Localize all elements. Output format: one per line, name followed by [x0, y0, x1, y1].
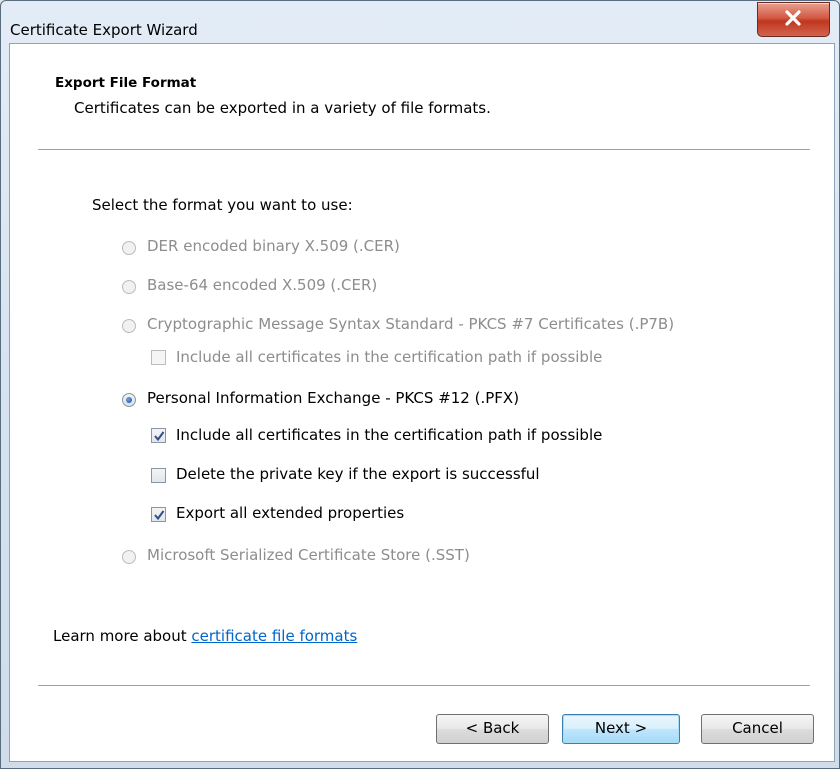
window-title: Certificate Export Wizard — [10, 21, 198, 39]
next-button[interactable]: Next > — [562, 714, 680, 744]
label-pfx-export-props: Export all extended properties — [176, 504, 405, 522]
radio-sst[interactable] — [122, 550, 136, 564]
page-title: Export File Format — [55, 75, 197, 91]
radio-der[interactable] — [122, 241, 136, 255]
wizard-window: Certificate Export Wizard Export File Fo… — [0, 0, 840, 769]
radio-pkcs7[interactable] — [122, 319, 136, 333]
checkbox-pkcs7-include[interactable] — [151, 350, 166, 365]
header-divider — [38, 149, 810, 151]
radio-selected-dot — [126, 397, 132, 403]
label-sst: Microsoft Serialized Certificate Store (… — [147, 546, 470, 564]
learn-more-prefix: Learn more about — [53, 627, 192, 645]
checkbox-pfx-export-props[interactable] — [151, 507, 166, 522]
learn-more-text: Learn more about certificate file format… — [53, 627, 357, 645]
footer-divider — [38, 685, 810, 687]
checkmark-icon — [154, 510, 165, 521]
radio-base64[interactable] — [122, 280, 136, 294]
page-subtitle: Certificates can be exported in a variet… — [74, 99, 491, 117]
checkbox-pfx-include[interactable] — [151, 428, 166, 443]
label-pkcs7: Cryptographic Message Syntax Standard - … — [147, 315, 675, 333]
learn-more-link[interactable]: certificate file formats — [191, 627, 357, 645]
wizard-content: Export File Format Certificates can be e… — [9, 43, 835, 762]
back-button[interactable]: < Back — [436, 714, 549, 744]
label-pkcs7-include: Include all certificates in the certific… — [176, 348, 603, 366]
label-pfx-include: Include all certificates in the certific… — [176, 426, 603, 444]
checkmark-icon — [154, 431, 165, 442]
radio-pfx[interactable] — [122, 393, 136, 407]
label-pfx: Personal Information Exchange - PKCS #12… — [147, 389, 520, 407]
label-der: DER encoded binary X.509 (.CER) — [147, 237, 400, 255]
close-icon — [785, 10, 801, 26]
checkbox-pfx-delete-key[interactable] — [151, 468, 166, 483]
close-button[interactable] — [757, 2, 830, 37]
format-prompt: Select the format you want to use: — [92, 196, 353, 214]
cancel-button[interactable]: Cancel — [701, 714, 814, 744]
label-pfx-delete-key: Delete the private key if the export is … — [176, 465, 540, 483]
label-base64: Base-64 encoded X.509 (.CER) — [147, 276, 378, 294]
